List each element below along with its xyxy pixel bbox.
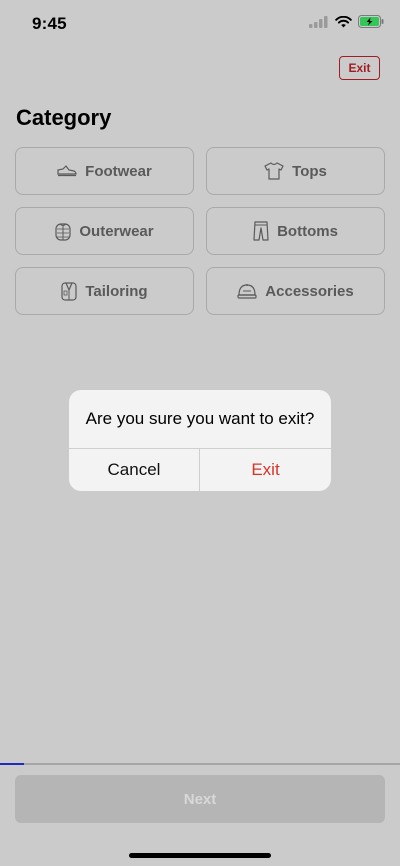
- progress-fill: [0, 763, 24, 765]
- category-bottoms-button[interactable]: Bottoms: [206, 207, 385, 255]
- category-label: Footwear: [85, 162, 152, 180]
- dialog-cancel-button[interactable]: Cancel: [69, 448, 200, 491]
- sneaker-icon: [57, 165, 77, 177]
- dialog-exit-button[interactable]: Exit: [200, 448, 331, 491]
- dialog-message: Are you sure you want to exit?: [69, 390, 331, 449]
- wifi-icon: [335, 15, 352, 33]
- status-icons: [309, 15, 384, 33]
- category-label: Accessories: [265, 282, 354, 300]
- cap-icon: [237, 283, 257, 299]
- category-footwear-button[interactable]: Footwear: [15, 147, 194, 195]
- battery-icon: [358, 15, 384, 33]
- category-accessories-button[interactable]: Accessories: [206, 267, 385, 315]
- signal-icon: [309, 15, 329, 33]
- status-time: 9:45: [32, 14, 67, 33]
- home-indicator: [129, 853, 271, 858]
- category-label: Tops: [292, 162, 327, 180]
- suit-icon: [61, 281, 77, 301]
- category-label: Outerwear: [79, 222, 154, 240]
- next-button[interactable]: Next: [15, 775, 385, 823]
- exit-confirm-dialog: Are you sure you want to exit? Cancel Ex…: [69, 390, 331, 491]
- status-bar: 9:45: [0, 0, 400, 48]
- jacket-icon: [55, 221, 71, 241]
- category-label: Bottoms: [277, 222, 338, 240]
- pants-icon: [253, 221, 269, 241]
- page-title: Category: [16, 105, 112, 130]
- progress-bar: [0, 763, 400, 765]
- exit-button[interactable]: Exit: [339, 56, 380, 80]
- category-tops-button[interactable]: Tops: [206, 147, 385, 195]
- category-tailoring-button[interactable]: Tailoring: [15, 267, 194, 315]
- category-label: Tailoring: [85, 282, 148, 300]
- category-outerwear-button[interactable]: Outerwear: [15, 207, 194, 255]
- tshirt-icon: [264, 162, 284, 180]
